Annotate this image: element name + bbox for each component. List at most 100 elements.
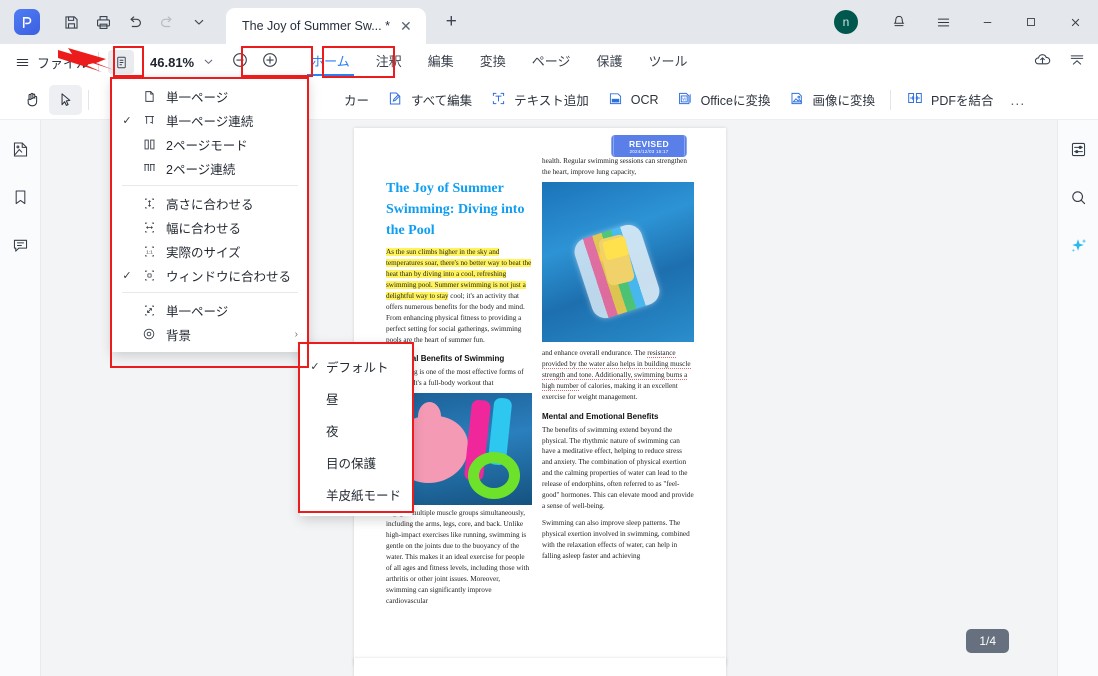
bookmark-icon[interactable] xyxy=(7,184,33,210)
notification-bell-icon[interactable] xyxy=(878,0,920,44)
minimize-icon[interactable] xyxy=(966,0,1008,44)
document-paragraph-2b: engages multiple muscle groups simultane… xyxy=(386,509,530,605)
search-icon[interactable] xyxy=(1065,184,1091,210)
submenu-item-default[interactable]: ✓ デフォルト xyxy=(300,350,412,382)
menu-item-single-page-continuous[interactable]: ✓ 単一ページ連続 xyxy=(112,108,308,132)
background-submenu[interactable]: ✓ デフォルト 昼 夜 目の保護 羊皮紙モード xyxy=(300,344,412,516)
menu-item-fit-width[interactable]: 幅に合わせる xyxy=(112,215,308,239)
save-icon[interactable] xyxy=(56,7,86,37)
document-tab-strip: The Joy of Summer Sw... * ✕ + xyxy=(226,0,465,44)
svg-text:1:1: 1:1 xyxy=(146,249,153,255)
window-close-icon[interactable] xyxy=(1054,0,1096,44)
tab-comment[interactable]: 注釈 xyxy=(376,51,402,73)
ocr-button[interactable]: OCR OCR xyxy=(598,85,668,115)
convert-to-office-button[interactable]: W Officeに変換 xyxy=(668,85,780,115)
menu-label: 背景 xyxy=(166,328,192,343)
fit-width-icon xyxy=(138,221,160,234)
submenu-item-parchment[interactable]: 羊皮紙モード xyxy=(300,478,412,510)
maximize-icon[interactable] xyxy=(1010,0,1052,44)
menu-item-two-page[interactable]: 2ページモード xyxy=(112,132,308,156)
fit-window-icon xyxy=(138,269,160,282)
svg-text:OCR: OCR xyxy=(612,98,618,102)
merge-pdf-button[interactable]: PDFを結合 xyxy=(897,85,1003,115)
zoom-level-value[interactable]: 46.81% xyxy=(150,55,194,70)
cloud-upload-icon[interactable] xyxy=(1033,50,1052,74)
document-title: The Joy of Summer Swimming: Diving into … xyxy=(386,181,525,238)
menu-separator xyxy=(122,185,298,186)
convert-to-image-button[interactable]: 画像に変換 xyxy=(780,85,885,115)
print-icon[interactable] xyxy=(88,7,118,37)
chevron-down-icon[interactable] xyxy=(184,7,214,37)
merge-pdf-icon xyxy=(906,89,924,110)
edit-all-label: すべて編集 xyxy=(411,94,473,108)
divider xyxy=(88,89,89,110)
menu-item-fullscreen-single-page[interactable]: 単一ページ xyxy=(112,298,308,322)
ai-sparkle-icon[interactable] xyxy=(1065,232,1091,258)
window-controls: n xyxy=(834,0,1098,44)
hand-tool-icon[interactable] xyxy=(16,85,49,115)
thumbnails-icon[interactable] xyxy=(7,136,33,162)
svg-text:W: W xyxy=(682,96,686,101)
two-page-icon xyxy=(138,138,160,151)
tab-edit[interactable]: 編集 xyxy=(428,51,454,73)
collapse-ribbon-icon[interactable] xyxy=(1068,51,1086,74)
add-text-label: テキスト追加 xyxy=(514,94,589,108)
paragraph-mid-plain: and enhance overall endurance. The xyxy=(542,348,646,357)
page-indicator: 1/4 xyxy=(966,629,1009,653)
document-paragraph-mid: and enhance overall endurance. The resis… xyxy=(542,348,694,403)
document-tab[interactable]: The Joy of Summer Sw... * ✕ xyxy=(226,8,426,44)
ribbon-right-actions xyxy=(1033,50,1098,74)
submenu-item-eye-protection[interactable]: 目の保護 xyxy=(300,446,412,478)
menu-item-fit-height[interactable]: 高さに合わせる xyxy=(112,191,308,215)
tab-home[interactable]: ホーム xyxy=(307,51,354,76)
right-sidebar xyxy=(1057,120,1098,676)
tab-protect[interactable]: 保護 xyxy=(597,51,623,73)
chevron-down-icon[interactable] xyxy=(204,57,213,68)
submenu-label: 羊皮紙モード xyxy=(326,488,402,503)
pdfelement-logo-icon xyxy=(14,9,40,35)
menu-item-two-page-continuous[interactable]: 2ページ連続 xyxy=(112,156,308,180)
menu-label: 2ページ連続 xyxy=(166,162,236,177)
overflow-menu-button[interactable]: ... xyxy=(1003,92,1034,108)
file-menu-label[interactable]: ファイル xyxy=(37,53,89,72)
ocr-label: OCR xyxy=(630,92,659,107)
view-mode-menu[interactable]: 単一ページ ✓ 単一ページ連続 2ページモード 2ページ連続 高さに合わせる 幅… xyxy=(112,78,308,352)
menu-item-fit-window[interactable]: ✓ ウィンドウに合わせる xyxy=(112,263,308,287)
menu-label: 高さに合わせる xyxy=(166,197,254,212)
menu-item-background[interactable]: 背景 › xyxy=(112,322,308,346)
hamburger-menu-icon[interactable] xyxy=(12,55,32,70)
document-paragraph-top: health. Regular swimming sessions can st… xyxy=(542,157,687,176)
zoom-in-icon[interactable] xyxy=(261,51,279,74)
tab-convert[interactable]: 変換 xyxy=(480,51,506,73)
select-cursor-icon[interactable] xyxy=(49,84,82,115)
comment-icon[interactable] xyxy=(7,232,33,258)
quick-access-toolbar xyxy=(56,7,214,37)
left-sidebar xyxy=(0,120,41,676)
submenu-item-day[interactable]: 昼 xyxy=(300,382,412,414)
add-text-button[interactable]: テキスト追加 xyxy=(481,85,598,115)
revised-stamp-date: 2024/12/03 15:17 xyxy=(629,148,669,154)
fit-height-icon xyxy=(138,197,160,210)
menu-label: 単一ページ連続 xyxy=(166,114,254,129)
menu-item-actual-size[interactable]: 1:1 実際のサイズ xyxy=(112,239,308,263)
hamburger-menu-icon[interactable] xyxy=(922,0,964,44)
document-paragraph-3: The benefits of swimming extend beyond t… xyxy=(542,425,694,511)
convert-to-office-icon: W xyxy=(677,90,694,110)
avatar[interactable]: n xyxy=(834,10,858,34)
edit-all-button[interactable]: すべて編集 xyxy=(378,85,481,115)
close-icon[interactable]: ✕ xyxy=(396,17,416,35)
zoom-out-icon[interactable] xyxy=(231,51,249,74)
tab-page[interactable]: ページ xyxy=(532,51,571,73)
swimmer-photo xyxy=(542,181,694,342)
page-layout-icon[interactable] xyxy=(108,50,135,74)
plus-icon[interactable]: + xyxy=(438,9,465,35)
marker-partial-label[interactable]: カー xyxy=(335,85,378,115)
undo-icon[interactable] xyxy=(120,7,150,37)
pdf-page-2[interactable] xyxy=(354,658,726,676)
menu-item-single-page[interactable]: 単一ページ xyxy=(112,84,308,108)
tab-tools[interactable]: ツール xyxy=(649,51,688,73)
submenu-item-night[interactable]: 夜 xyxy=(300,414,412,446)
convert-to-image-icon xyxy=(789,90,806,110)
menu-label: 単一ページ xyxy=(166,90,229,105)
properties-panel-icon[interactable] xyxy=(1065,136,1091,162)
